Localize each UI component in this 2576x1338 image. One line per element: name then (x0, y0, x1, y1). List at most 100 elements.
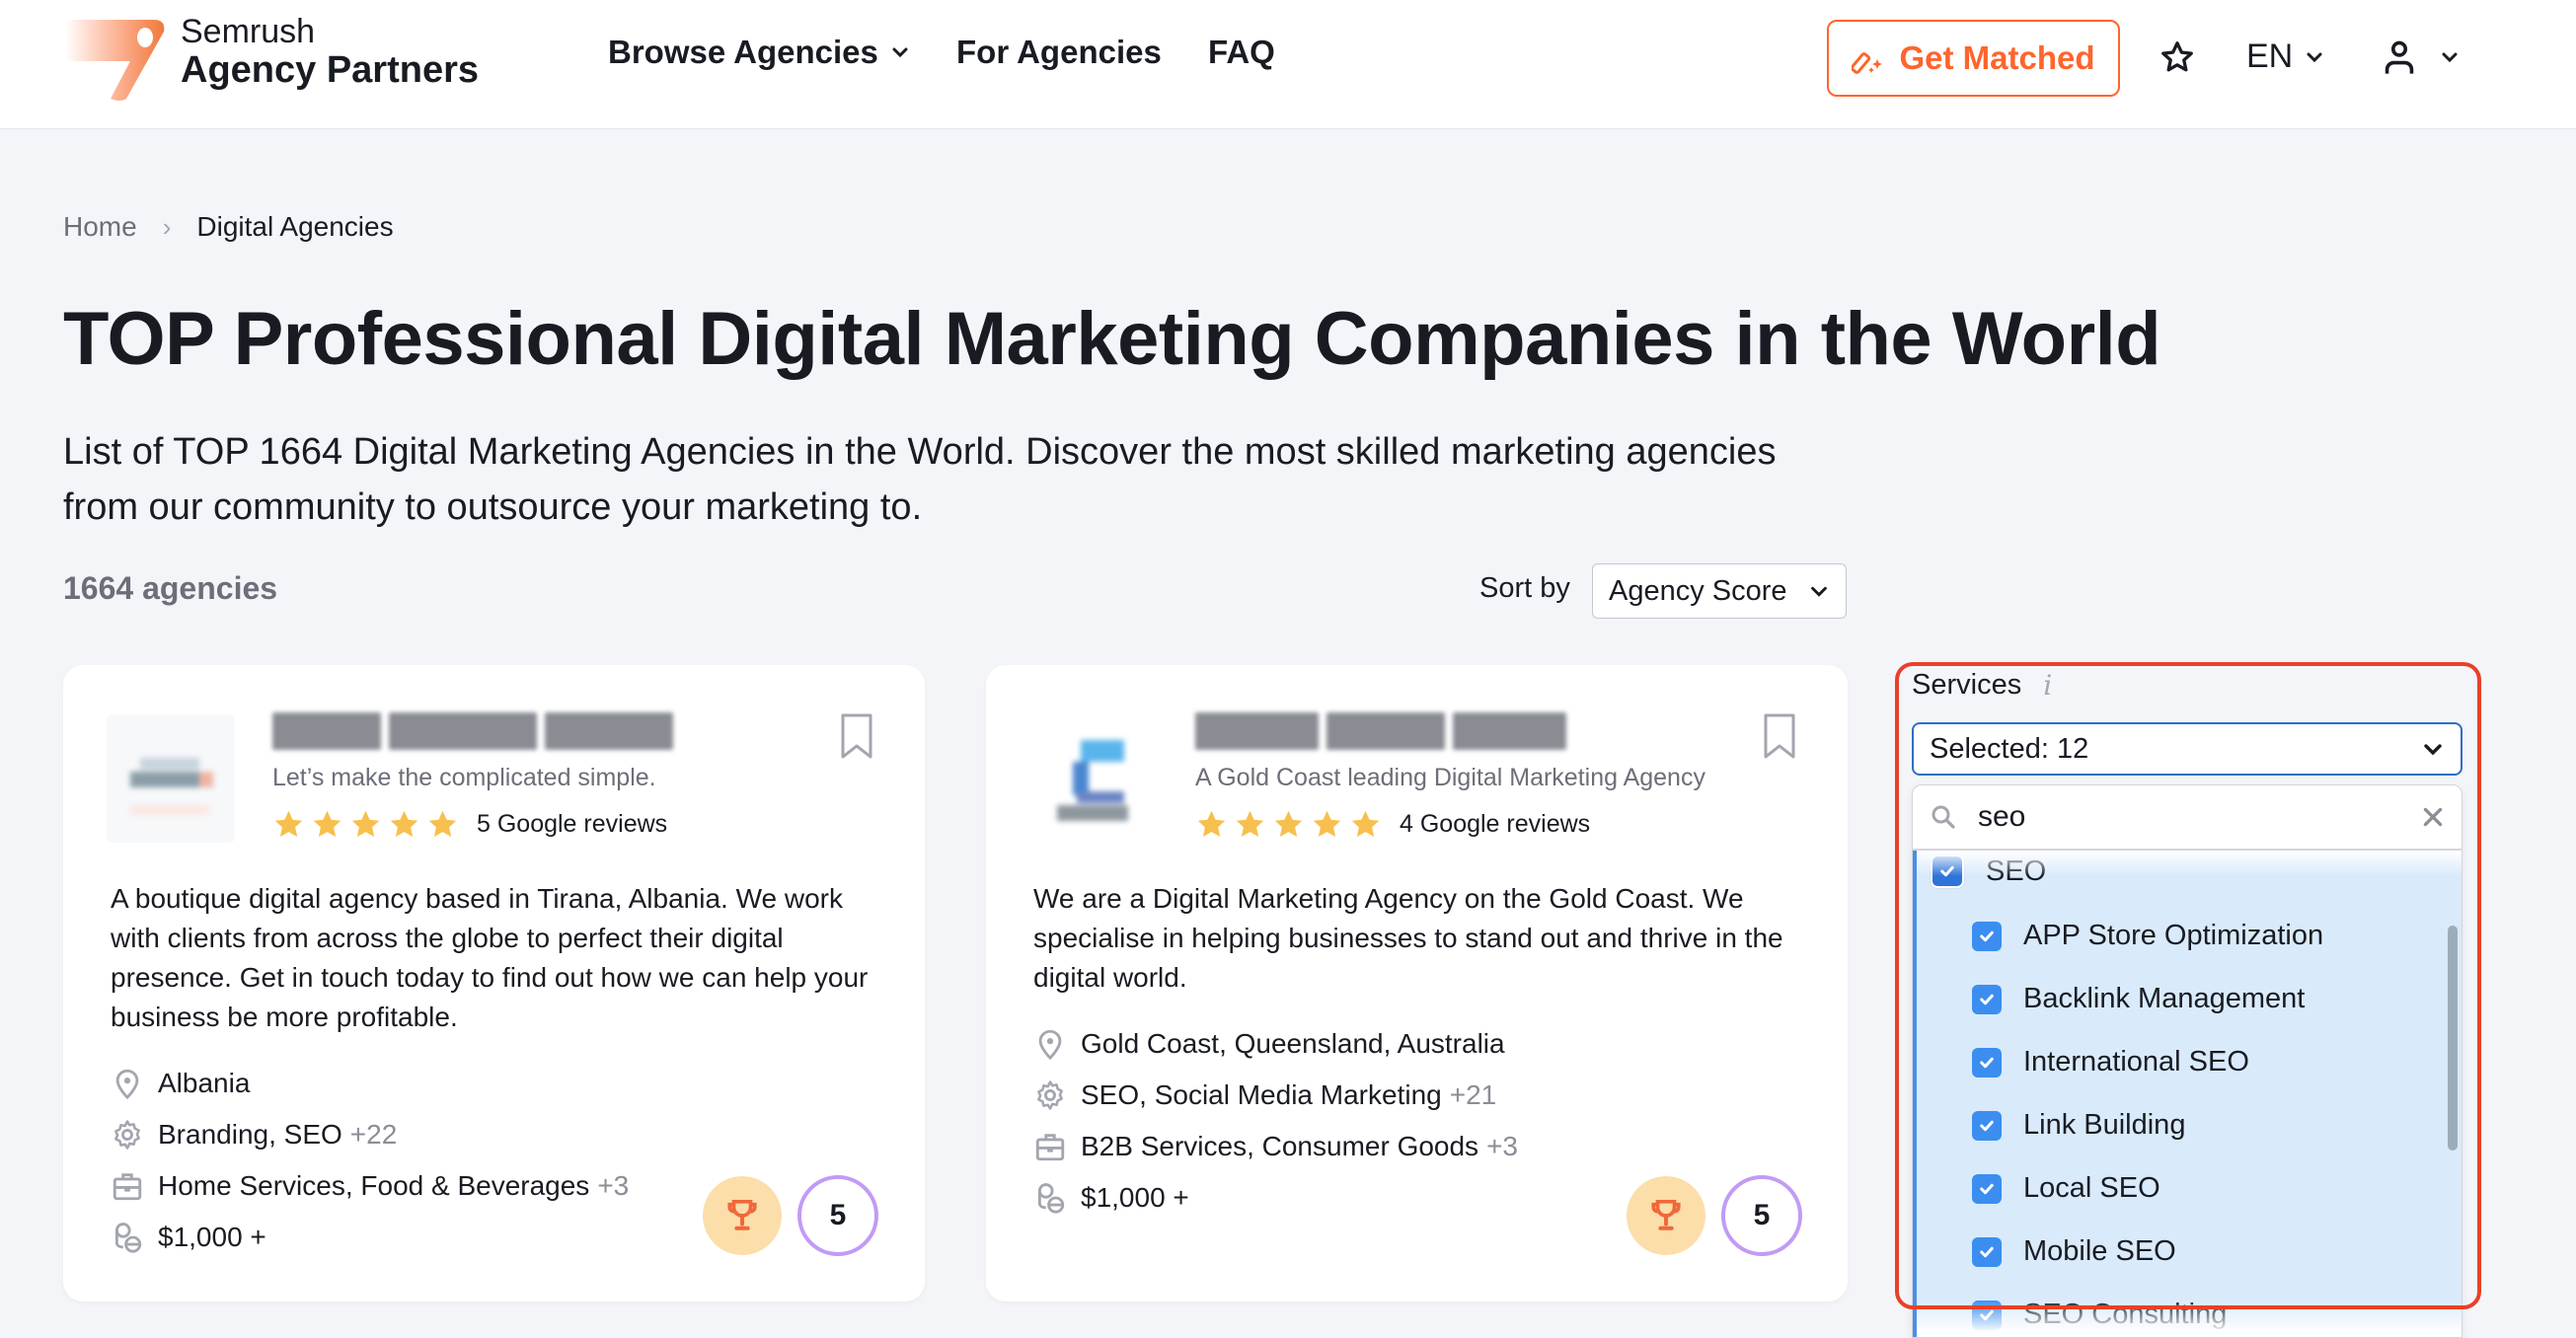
star-filled-icon (351, 810, 380, 838)
location-pin-icon (1038, 1029, 1062, 1061)
get-matched-label: Get Matched (1899, 39, 2095, 76)
checkbox-checked-icon[interactable] (1972, 921, 2002, 951)
service-option-local-seo[interactable]: Local SEO (1972, 1172, 2160, 1205)
agency-logo[interactable] (107, 714, 235, 843)
agency-meta: Albania Branding, SEO +22 Home Services,… (111, 1058, 629, 1263)
star-filled-icon (390, 810, 418, 838)
agency-services: SEO, Social Media Marketing +21 (1033, 1070, 1518, 1121)
checkbox-checked-icon[interactable] (1972, 1173, 2002, 1204)
checkbox-checked-icon[interactable] (1972, 1236, 2002, 1267)
search-icon (1932, 805, 1955, 829)
agency-score: 5 (829, 1199, 847, 1231)
google-reviews-link[interactable]: 4 Google reviews (1400, 810, 1590, 839)
nav-faq[interactable]: FAQ (1208, 34, 1275, 71)
award-badge[interactable] (703, 1176, 782, 1255)
nav-browse-agencies-label: Browse Agencies (608, 34, 878, 70)
bookmark-icon[interactable] (840, 712, 873, 760)
star-filled-icon (1274, 810, 1303, 838)
sort-label: Sort by (1479, 572, 1570, 604)
location-text: Albania (158, 1068, 251, 1098)
services-more-count[interactable]: +22 (350, 1119, 398, 1151)
industries-more-count[interactable]: +3 (1486, 1131, 1518, 1162)
checkbox-checked-icon[interactable] (1972, 1110, 2002, 1141)
star-icon (2161, 41, 2193, 72)
options-scrollbar[interactable] (2448, 926, 2458, 1151)
service-option-mobile-seo[interactable]: Mobile SEO (1972, 1235, 2176, 1268)
sort-value: Agency Score (1609, 574, 1787, 607)
agency-card[interactable]: Let’s make the complicated simple. 5 Goo… (63, 665, 925, 1301)
agency-budget: $1,000 + (1033, 1172, 1518, 1224)
language-label: EN (2246, 37, 2294, 75)
sort-dropdown[interactable]: Agency Score (1592, 563, 1847, 619)
gear-icon (1037, 1080, 1063, 1110)
services-text: SEO, Social Media Marketing (1081, 1079, 1442, 1110)
services-select[interactable]: Selected: 12 (1912, 722, 2462, 776)
agency-industries: B2B Services, Consumer Goods +3 (1033, 1121, 1518, 1172)
option-label: APP Store Optimization (2023, 920, 2324, 951)
checkbox-checked-icon[interactable] (1972, 1047, 2002, 1078)
get-matched-button[interactable]: Get Matched (1827, 20, 2120, 97)
bookmark-icon[interactable] (1763, 712, 1796, 760)
account-menu[interactable] (2383, 39, 2462, 75)
agency-logo[interactable] (1029, 714, 1158, 843)
service-option-app-store-optimization[interactable]: APP Store Optimization (1972, 920, 2323, 952)
nav-for-agencies[interactable]: For Agencies (956, 34, 1162, 71)
star-filled-icon (1313, 810, 1341, 838)
services-selected-count: Selected: 12 (1930, 732, 2089, 765)
option-label: Local SEO (2023, 1172, 2160, 1204)
nav-for-agencies-label: For Agencies (956, 34, 1162, 70)
star-filled-icon (1197, 810, 1226, 838)
semrush-logo-icon[interactable] (61, 18, 170, 101)
chevron-down-icon (2442, 52, 2458, 63)
agency-card[interactable]: A Gold Coast leading Digital Marketing A… (986, 665, 1848, 1301)
chevron-down-icon (2424, 744, 2442, 756)
favorites-button[interactable] (2159, 39, 2195, 75)
checkbox-checked-icon[interactable] (1972, 984, 2002, 1014)
star-filled-icon (1351, 810, 1380, 838)
services-search-input[interactable] (1978, 800, 2400, 834)
nav-browse-agencies[interactable]: Browse Agencies (608, 34, 912, 71)
agency-name-blurred[interactable] (272, 712, 673, 756)
user-icon (2385, 40, 2414, 74)
agency-location: Gold Coast, Queensland, Australia (1033, 1018, 1518, 1070)
breadcrumb-separator-icon: › (162, 211, 172, 242)
agency-score: 5 (1753, 1199, 1771, 1231)
industries-text: B2B Services, Consumer Goods (1081, 1131, 1479, 1161)
agency-score-badge[interactable]: 5 (1721, 1175, 1802, 1256)
industries-more-count[interactable]: +3 (597, 1170, 629, 1202)
option-label: Backlink Management (2023, 983, 2306, 1014)
service-option-international-seo[interactable]: International SEO (1972, 1046, 2249, 1078)
star-filled-icon (1236, 810, 1264, 838)
language-selector[interactable]: EN (2246, 37, 2326, 76)
breadcrumb-home[interactable]: Home (63, 211, 137, 243)
agency-score-badge[interactable]: 5 (797, 1175, 878, 1256)
industries-text: Home Services, Food & Beverages (158, 1170, 590, 1201)
info-icon[interactable]: i (2043, 669, 2052, 702)
budget-text: $1,000 + (1081, 1182, 1189, 1213)
services-more-count[interactable]: +21 (1450, 1079, 1497, 1111)
star-filled-icon (428, 810, 457, 838)
service-option-link-building[interactable]: Link Building (1972, 1109, 2185, 1142)
agency-budget: $1,000 + (111, 1212, 629, 1263)
services-search (1913, 785, 2462, 851)
list-fade-bottom (1917, 1300, 2462, 1337)
briefcase-icon (113, 1173, 142, 1201)
list-fade-top (1917, 851, 2462, 876)
services-label-text: Services (1912, 669, 2022, 701)
award-badge[interactable] (1627, 1176, 1705, 1255)
agency-name-blurred[interactable] (1195, 712, 1566, 756)
location-text: Gold Coast, Queensland, Australia (1081, 1028, 1505, 1059)
option-label: International SEO (2023, 1046, 2249, 1078)
service-option-backlink-management[interactable]: Backlink Management (1972, 983, 2305, 1015)
services-option-list: SEO APP Store Optimization Backlink Mana… (1913, 851, 2462, 1337)
option-label: Link Building (2023, 1109, 2186, 1141)
agency-location: Albania (111, 1058, 629, 1109)
option-label: Mobile SEO (2023, 1235, 2176, 1267)
budget-text: $1,000 + (158, 1222, 266, 1252)
services-filter-label: Services i (1912, 669, 2052, 702)
services-dropdown: SEO APP Store Optimization Backlink Mana… (1912, 784, 2462, 1338)
close-icon[interactable] (2420, 804, 2446, 830)
agency-meta: Gold Coast, Queensland, Australia SEO, S… (1033, 1018, 1518, 1224)
google-reviews-link[interactable]: 5 Google reviews (477, 810, 667, 839)
brand-name[interactable]: Semrush Agency Partners (181, 13, 479, 92)
